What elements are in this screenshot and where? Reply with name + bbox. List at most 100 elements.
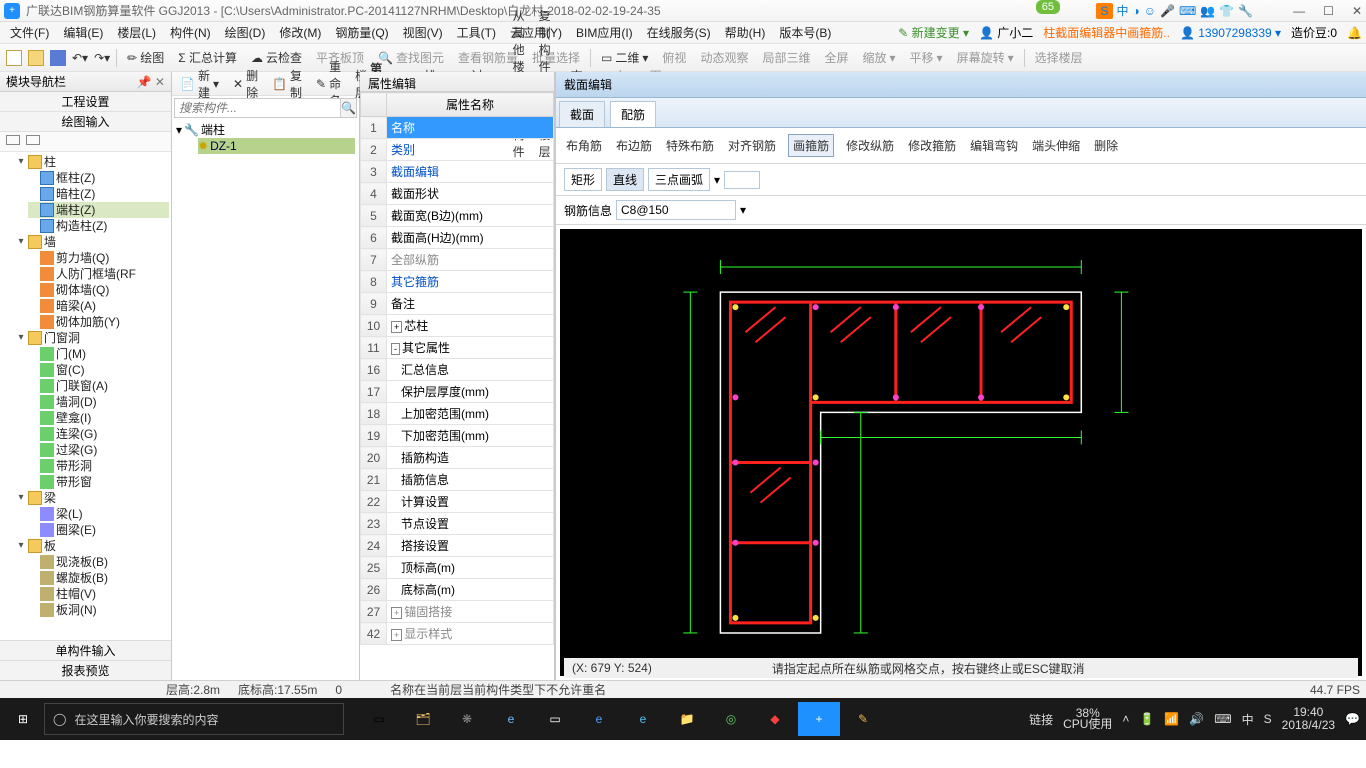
prop-row[interactable]: 搭接设置 — [387, 535, 554, 557]
rebar-op[interactable]: 删除 — [1092, 135, 1120, 156]
prop-row[interactable]: 保护层厚度(mm) — [387, 381, 554, 403]
maximize-button[interactable]: ☐ — [1323, 4, 1334, 18]
app-icon[interactable]: ◎ — [710, 702, 752, 736]
prop-row[interactable]: 全部纵筋 — [387, 249, 554, 271]
search-input[interactable] — [175, 99, 340, 117]
component-tree[interactable]: ▾🔧 端柱 ✹ DZ-1 — [172, 120, 359, 156]
rebar-op[interactable]: 修改纵筋 — [844, 135, 896, 156]
prop-row[interactable]: 插筋构造 — [387, 447, 554, 469]
menu-floor[interactable]: 楼层(L) — [111, 22, 162, 43]
tree-item[interactable]: 门(M) — [28, 346, 169, 362]
prop-row[interactable]: +锚固搭接 — [387, 601, 554, 623]
mode-line[interactable]: 直线 — [606, 168, 644, 191]
tree-group[interactable]: ▾ 柱 — [16, 154, 169, 170]
ime-icon[interactable]: 中 — [1242, 711, 1254, 728]
tree-item[interactable]: 剪力墙(Q) — [28, 250, 169, 266]
tree-item[interactable]: 人防门框墙(RF — [28, 266, 169, 282]
new-change-btn[interactable]: ✎ 新建变更 ▾ — [898, 24, 969, 41]
single-input-btn[interactable]: 单构件输入 — [0, 640, 171, 660]
store-icon[interactable]: ▭ — [534, 702, 576, 736]
menu-view[interactable]: 视图(V) — [397, 22, 449, 43]
prop-row[interactable]: 截面形状 — [387, 183, 554, 205]
rebar-op[interactable]: 布边筋 — [614, 135, 654, 156]
dropdown-icon[interactable]: ▾ — [740, 203, 746, 217]
prop-row[interactable]: 顶标高(m) — [387, 557, 554, 579]
menu-bim[interactable]: BIM应用(I) — [570, 22, 639, 43]
explorer-icon[interactable]: 🗂 — [402, 702, 444, 736]
prop-row[interactable]: -其它属性 — [387, 337, 554, 359]
hint-label[interactable]: 柱截面编辑器中画箍筋.. — [1043, 24, 1170, 41]
tab-section[interactable]: 截面 — [559, 101, 605, 127]
prop-row[interactable]: 节点设置 — [387, 513, 554, 535]
prop-row[interactable]: 其它箍筋 — [387, 271, 554, 293]
ime-item[interactable]: ◑ — [1133, 4, 1140, 18]
pin-icon[interactable]: 📌 ✕ — [137, 75, 165, 89]
report-preview-btn[interactable]: 报表预览 — [0, 660, 171, 680]
rebar-op[interactable]: 特殊布筋 — [664, 135, 716, 156]
menu-rebar[interactable]: 钢筋量(Q) — [329, 22, 394, 43]
menu-file[interactable]: 文件(F) — [4, 22, 55, 43]
prop-row[interactable]: 备注 — [387, 293, 554, 315]
bell-icon[interactable]: 🔔 — [1347, 26, 1362, 40]
local3d-btn[interactable]: 局部三维 — [758, 47, 814, 68]
menu-help[interactable]: 帮助(H) — [719, 22, 772, 43]
open-icon[interactable] — [28, 50, 44, 66]
tree-group[interactable]: ▾ 墙 — [16, 234, 169, 250]
action-center-icon[interactable]: 💬 — [1345, 712, 1360, 726]
tree-item[interactable]: 梁(L) — [28, 506, 169, 522]
dynobs-btn[interactable]: 动态观察 — [696, 47, 752, 68]
user-label[interactable]: 👤 广小二 — [979, 24, 1033, 41]
ime-item[interactable]: 🎤 — [1160, 4, 1175, 18]
zoom-btn[interactable]: 缩放 ▾ — [858, 47, 899, 68]
keyboard-icon[interactable]: ⌨ — [1214, 712, 1231, 726]
prop-row[interactable]: 汇总信息 — [387, 359, 554, 381]
prop-row[interactable]: 截面编辑 — [387, 161, 554, 183]
tray-up-icon[interactable]: ˄ — [1122, 712, 1129, 726]
nav-btn-draw[interactable]: 绘图输入 — [0, 112, 171, 132]
menu-tool[interactable]: 工具(T) — [451, 22, 502, 43]
folder-icon[interactable]: 📁 — [666, 702, 708, 736]
draw-btn[interactable]: ✏ 绘图 — [123, 47, 168, 68]
new-component-btn[interactable]: 📄 新建 ▾ — [176, 65, 223, 103]
scrrot-btn[interactable]: 屏幕旋转 ▾ — [953, 47, 1018, 68]
tree-item[interactable]: 带形洞 — [28, 458, 169, 474]
tree-item[interactable]: 端柱(Z) — [28, 202, 169, 218]
edge-icon[interactable]: e — [490, 702, 532, 736]
prop-row[interactable]: 类别 — [387, 139, 554, 161]
tree-item[interactable]: 螺旋板(B) — [28, 570, 169, 586]
del-component-btn[interactable]: ✕ 删除 — [229, 65, 262, 103]
tree-item[interactable]: 窗(C) — [28, 362, 169, 378]
ie-icon[interactable]: e — [622, 702, 664, 736]
tree-group[interactable]: ▾ 板 — [16, 538, 169, 554]
sogou-icon[interactable]: S — [1096, 3, 1112, 19]
prop-row[interactable]: 计算设置 — [387, 491, 554, 513]
rebar-op[interactable]: 端头伸缩 — [1030, 135, 1082, 156]
mode-rect[interactable]: 矩形 — [564, 168, 602, 191]
ime-item[interactable]: 👕 — [1219, 4, 1234, 18]
tree-item[interactable]: 板洞(N) — [28, 602, 169, 618]
prop-row[interactable]: 下加密范围(mm) — [387, 425, 554, 447]
tab-rebar[interactable]: 配筋 — [610, 101, 656, 127]
tree-item[interactable]: 现浇板(B) — [28, 554, 169, 570]
tree-item[interactable]: 连梁(G) — [28, 426, 169, 442]
pan-btn[interactable]: 平移 ▾ — [906, 47, 947, 68]
redo-icon[interactable]: ↷▾ — [94, 51, 110, 65]
prop-row[interactable]: 底标高(m) — [387, 579, 554, 601]
taskbar-search[interactable]: ◯ 在这里输入你要搜索的内容 — [44, 703, 344, 735]
prop-row[interactable]: 截面高(H边)(mm) — [387, 227, 554, 249]
menu-draw[interactable]: 绘图(D) — [219, 22, 272, 43]
tree-item[interactable]: 带形窗 — [28, 474, 169, 490]
prop-row[interactable]: +显示样式 — [387, 623, 554, 645]
taskview-icon[interactable]: ▭ — [358, 702, 400, 736]
clock[interactable]: 19:402018/4/23 — [1282, 706, 1335, 732]
menu-modify[interactable]: 修改(M) — [273, 22, 327, 43]
ime-item[interactable]: 🔧 — [1238, 4, 1253, 18]
fullscreen-btn[interactable]: 全屏 — [820, 47, 852, 68]
tree-group[interactable]: ▾ 梁 — [16, 490, 169, 506]
app-icon[interactable]: ❋ — [446, 702, 488, 736]
menu-online[interactable]: 在线服务(S) — [641, 22, 717, 43]
tree-item[interactable]: 框柱(Z) — [28, 170, 169, 186]
link-label[interactable]: 链接 — [1029, 711, 1053, 728]
save-icon[interactable] — [50, 50, 66, 66]
tree-group[interactable]: ▾ 门窗洞 — [16, 330, 169, 346]
